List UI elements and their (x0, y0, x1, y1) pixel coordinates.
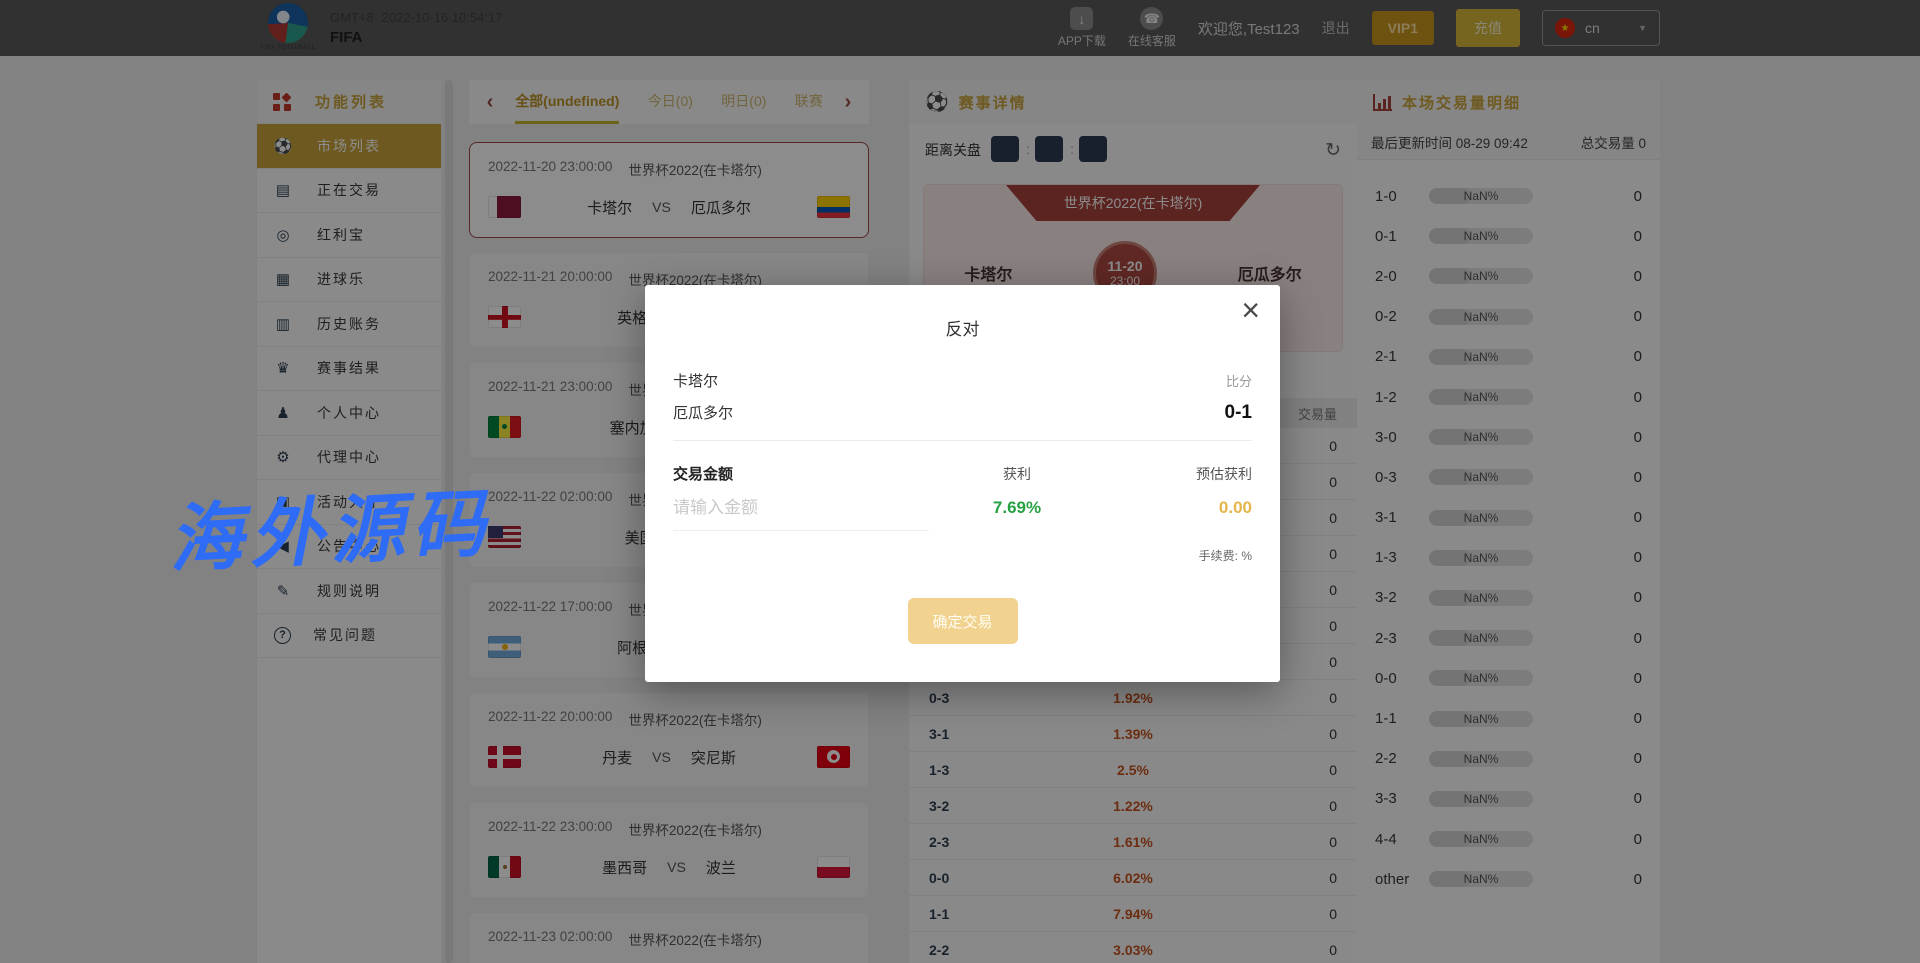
modal-score-value: 0-1 (1225, 402, 1252, 424)
profit-label: 获利 (942, 464, 1092, 484)
estimated-profit-label: 预估获利 (1092, 464, 1252, 484)
modal-score-label: 比分 (1226, 371, 1252, 390)
close-icon[interactable] (1241, 291, 1260, 329)
app-root: FIFA FOOTBALL GMT+82022-10-16 10:54:17 F… (0, 0, 1920, 963)
fee-note: 手续费: % (1092, 547, 1252, 564)
modal-home-team: 卡塔尔 (673, 370, 718, 391)
modal-away-team: 厄瓜多尔 (673, 402, 733, 423)
trade-modal: 反对 卡塔尔 比分 厄瓜多尔 0-1 交易金额 获利 预估获利 7.69% 0.… (645, 285, 1280, 682)
amount-input[interactable] (673, 484, 929, 531)
modal-divider (673, 440, 1252, 441)
estimated-profit-value: 0.00 (1092, 498, 1252, 518)
confirm-trade-button[interactable]: 确定交易 (908, 598, 1018, 644)
modal-title: 反对 (645, 315, 1280, 340)
profit-value: 7.69% (942, 498, 1092, 518)
amount-label: 交易金额 (673, 463, 942, 484)
